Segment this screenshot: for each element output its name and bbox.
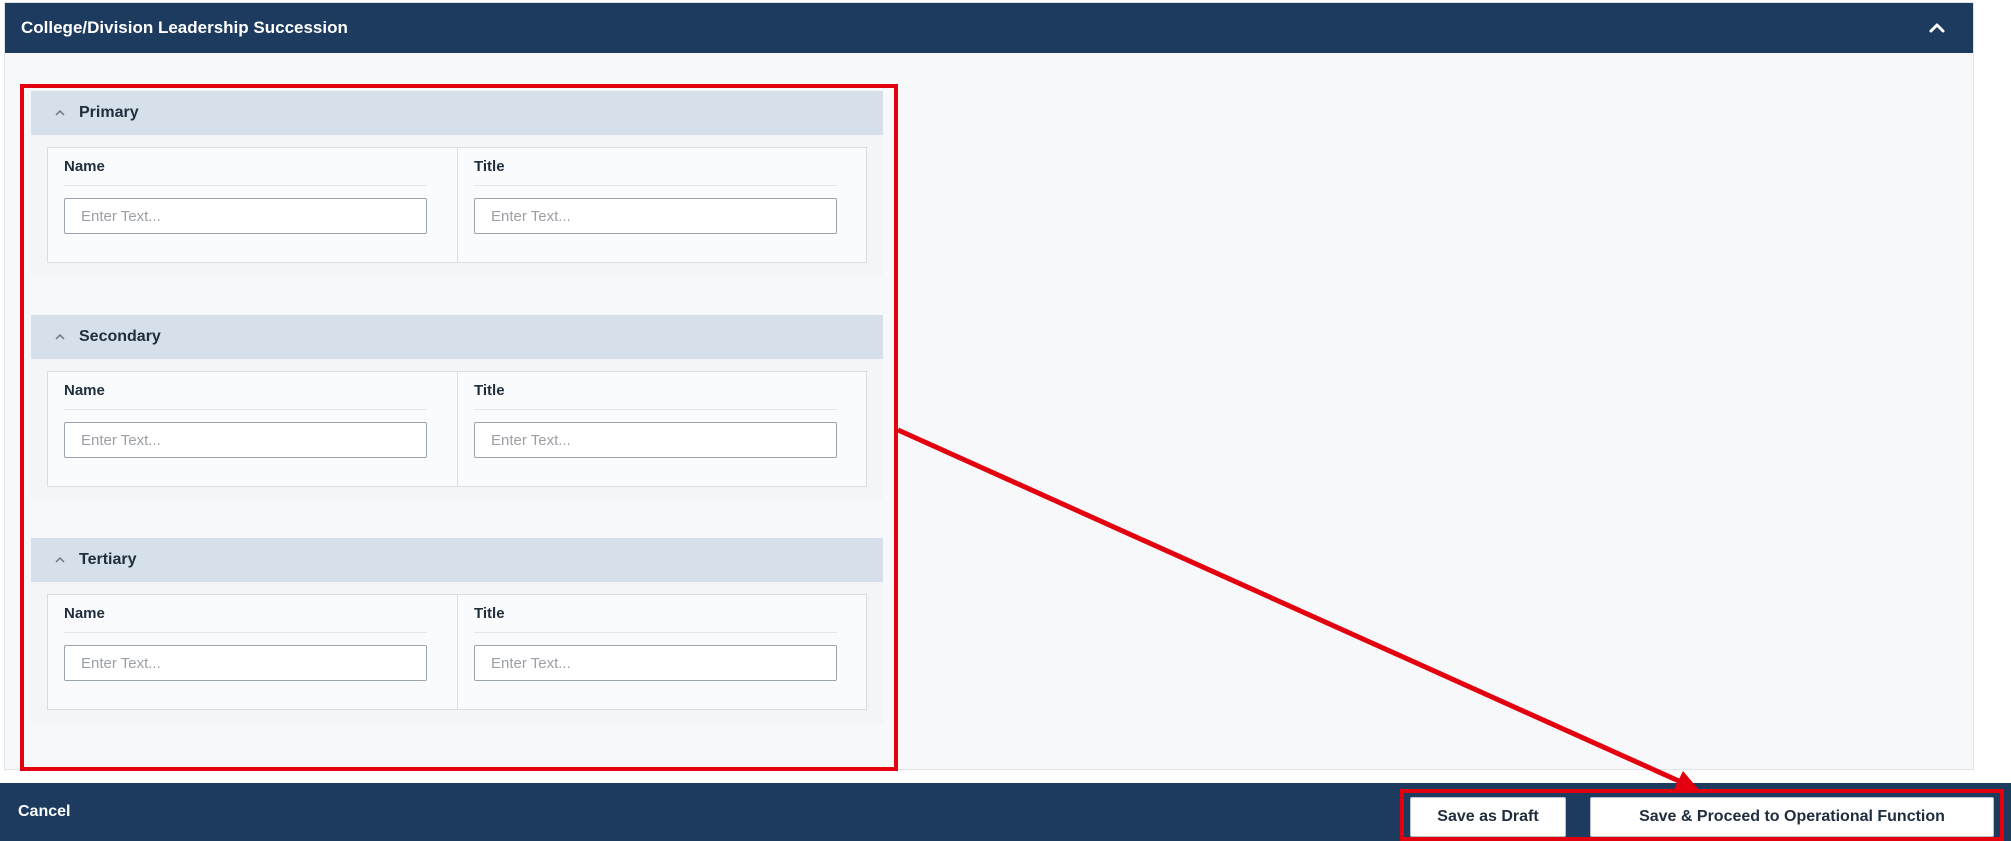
- chevron-up-icon[interactable]: [53, 330, 67, 344]
- section-header-secondary[interactable]: Secondary: [31, 315, 883, 359]
- title-cell: Title: [457, 595, 866, 709]
- secondary-title-input[interactable]: [474, 422, 837, 458]
- section-tertiary: Tertiary Name Title: [31, 538, 883, 724]
- name-cell: Name: [48, 148, 457, 262]
- field-grid: Name Title: [47, 147, 867, 263]
- panel-body: Primary Name Title: [5, 53, 1973, 769]
- panel-header[interactable]: College/Division Leadership Succession: [5, 3, 1973, 53]
- field-grid: Name Title: [47, 371, 867, 487]
- chevron-up-icon[interactable]: [53, 553, 67, 567]
- primary-name-input[interactable]: [64, 198, 427, 234]
- section-title: Secondary: [79, 328, 161, 345]
- secondary-name-input[interactable]: [64, 422, 427, 458]
- primary-title-input[interactable]: [474, 198, 837, 234]
- cancel-button[interactable]: Cancel: [18, 783, 70, 841]
- leadership-succession-panel: College/Division Leadership Succession P…: [4, 2, 1974, 770]
- name-cell: Name: [48, 595, 457, 709]
- section-secondary: Secondary Name Title: [31, 315, 883, 501]
- section-content: Name Title: [31, 582, 883, 724]
- name-cell: Name: [48, 372, 457, 486]
- title-cell: Title: [457, 372, 866, 486]
- footer-bar: Cancel Save as Draft Save & Proceed to O…: [0, 783, 2011, 841]
- tertiary-name-input[interactable]: [64, 645, 427, 681]
- tertiary-title-input[interactable]: [474, 645, 837, 681]
- name-label: Name: [64, 605, 427, 633]
- section-header-tertiary[interactable]: Tertiary: [31, 538, 883, 582]
- chevron-up-icon[interactable]: [1927, 18, 1947, 38]
- save-as-draft-button[interactable]: Save as Draft: [1410, 797, 1566, 837]
- title-cell: Title: [457, 148, 866, 262]
- section-title: Primary: [79, 104, 139, 121]
- save-and-proceed-button[interactable]: Save & Proceed to Operational Function: [1590, 797, 1994, 837]
- section-title: Tertiary: [79, 551, 137, 568]
- field-grid: Name Title: [47, 594, 867, 710]
- section-primary: Primary Name Title: [31, 91, 883, 277]
- chevron-up-icon[interactable]: [53, 106, 67, 120]
- name-label: Name: [64, 382, 427, 410]
- section-header-primary[interactable]: Primary: [31, 91, 883, 135]
- title-label: Title: [474, 382, 837, 410]
- section-content: Name Title: [31, 359, 883, 501]
- title-label: Title: [474, 605, 837, 633]
- section-content: Name Title: [31, 135, 883, 277]
- title-label: Title: [474, 158, 837, 186]
- panel-title: College/Division Leadership Succession: [21, 18, 348, 37]
- name-label: Name: [64, 158, 427, 186]
